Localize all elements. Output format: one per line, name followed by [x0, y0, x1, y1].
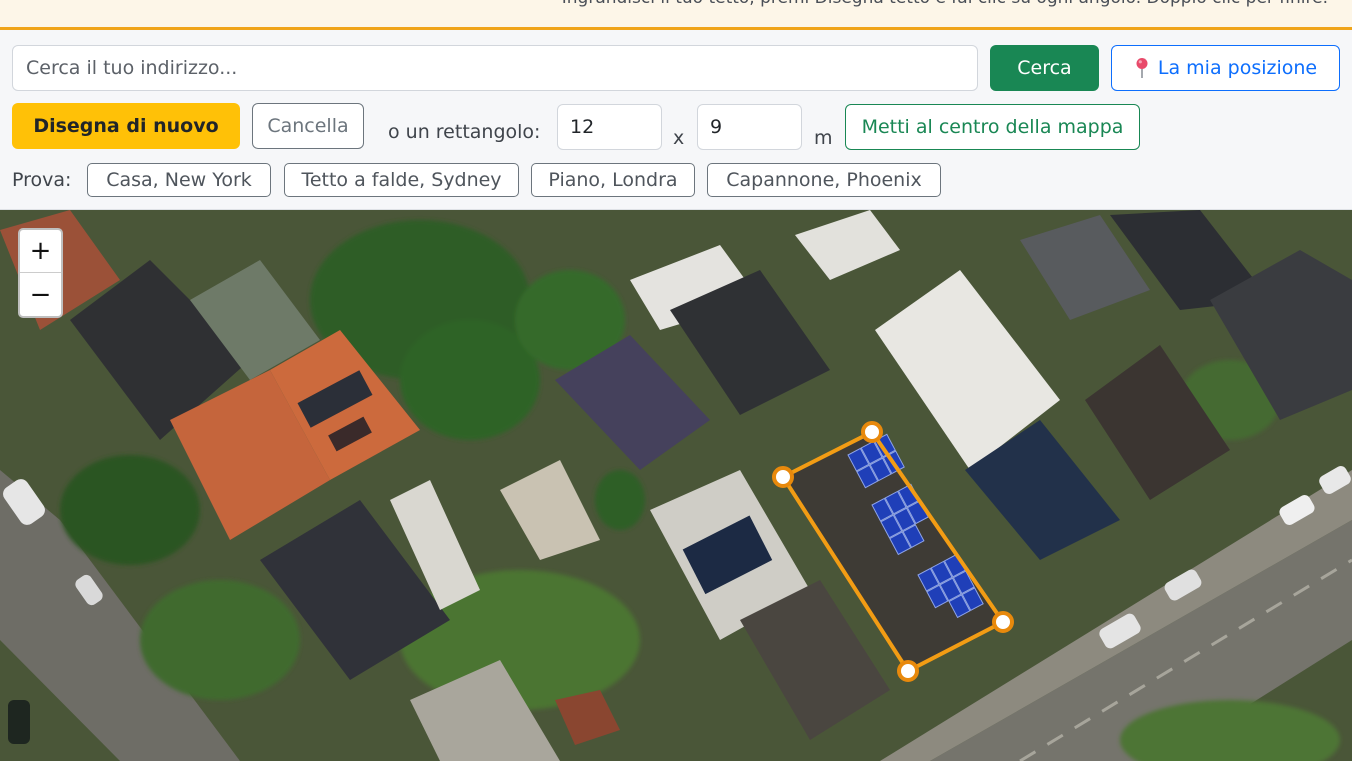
instruction-banner: Ingrandisci il tuo tetto, premi Disegna … — [0, 0, 1352, 30]
map-pin-icon — [1136, 58, 1148, 78]
roof-vertex-handle[interactable] — [897, 660, 919, 682]
rectangle-width-input[interactable] — [557, 104, 662, 150]
toolbar: Cerca La mia posizione Disegna di nuovo … — [0, 33, 1352, 210]
roof-vertex-handle[interactable] — [992, 611, 1014, 633]
my-location-label: La mia posizione — [1157, 57, 1318, 79]
my-location-button[interactable]: La mia posizione — [1111, 45, 1340, 91]
satellite-map[interactable] — [0, 210, 1352, 761]
search-button[interactable]: Cerca — [990, 45, 1099, 91]
example-chip-new-york[interactable]: Casa, New York — [87, 163, 271, 197]
zoom-in-button[interactable]: + — [20, 230, 61, 273]
center-on-map-button[interactable]: Metti al centro della mappa — [845, 104, 1140, 150]
example-chip-london[interactable]: Piano, Londra — [531, 163, 695, 197]
redraw-roof-button[interactable]: Disegna di nuovo — [12, 103, 240, 149]
example-chip-sydney[interactable]: Tetto a falde, Sydney — [284, 163, 519, 197]
rectangle-label: o un rettangolo: — [388, 121, 541, 143]
rectangle-height-input[interactable] — [697, 104, 802, 150]
map-imagery — [0, 210, 1352, 761]
address-search-input[interactable] — [12, 45, 978, 91]
app-root: Ingrandisci il tuo tetto, premi Disegna … — [0, 0, 1352, 761]
cancel-button[interactable]: Cancella — [252, 103, 364, 149]
roof-vertex-handle[interactable] — [772, 466, 794, 488]
unit-label: m — [814, 127, 833, 149]
zoom-out-button[interactable]: − — [20, 273, 61, 316]
example-chip-phoenix[interactable]: Capannone, Phoenix — [707, 163, 941, 197]
zoom-control: + − — [18, 228, 63, 318]
examples-label: Prova: — [12, 169, 72, 191]
dimension-separator: x — [673, 127, 685, 149]
instruction-text: Ingrandisci il tuo tetto, premi Disegna … — [562, 0, 1328, 8]
roof-vertex-handle[interactable] — [861, 421, 883, 443]
